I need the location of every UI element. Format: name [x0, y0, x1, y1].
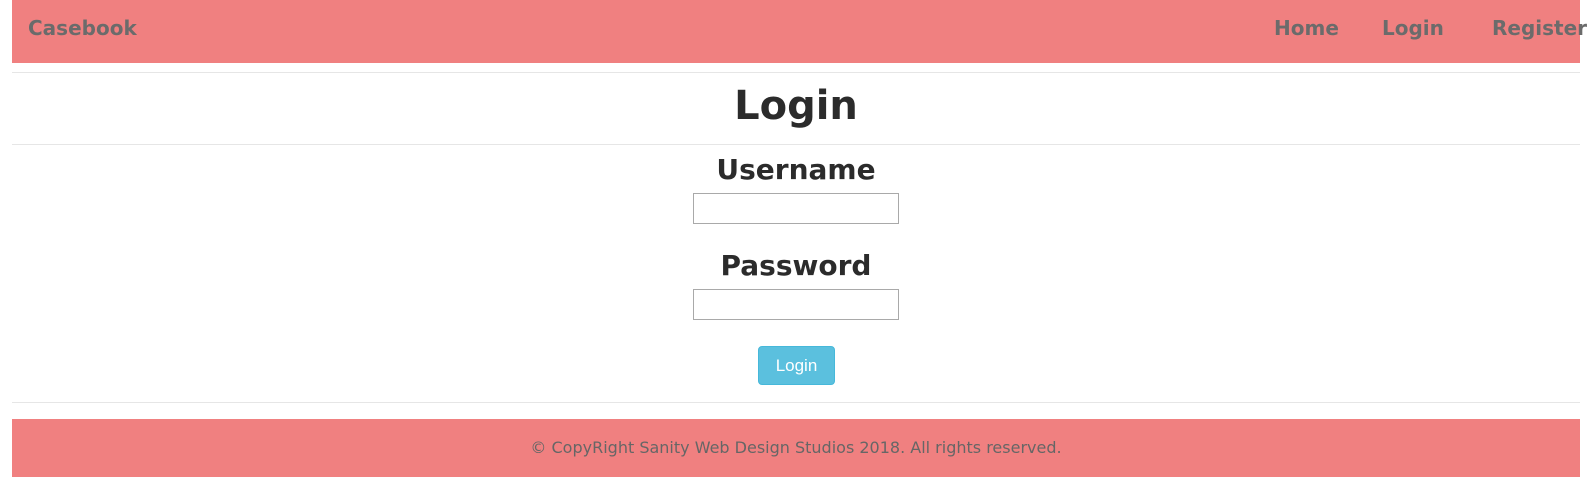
- page-title: Login: [734, 83, 858, 129]
- username-label: Username: [716, 153, 876, 186]
- password-label: Password: [720, 249, 872, 282]
- divider-under-title: [12, 144, 1580, 145]
- nav-register-link[interactable]: Register: [1492, 16, 1587, 40]
- footer-copyright: © CopyRight Sanity Web Design Studios 20…: [530, 438, 1062, 457]
- footer: © CopyRight Sanity Web Design Studios 20…: [12, 419, 1580, 477]
- login-button[interactable]: Login: [758, 346, 835, 385]
- username-input[interactable]: [693, 193, 899, 224]
- nav-home-link[interactable]: Home: [1274, 16, 1339, 40]
- page-container: Casebook Home Login Register Login Usern…: [12, 0, 1587, 494]
- top-navbar: Casebook Home Login Register: [12, 0, 1587, 63]
- password-input[interactable]: [693, 289, 899, 320]
- nav-login-link[interactable]: Login: [1382, 16, 1444, 40]
- divider-bottom: [12, 402, 1580, 403]
- divider-top: [12, 72, 1580, 73]
- brand-link[interactable]: Casebook: [28, 16, 137, 40]
